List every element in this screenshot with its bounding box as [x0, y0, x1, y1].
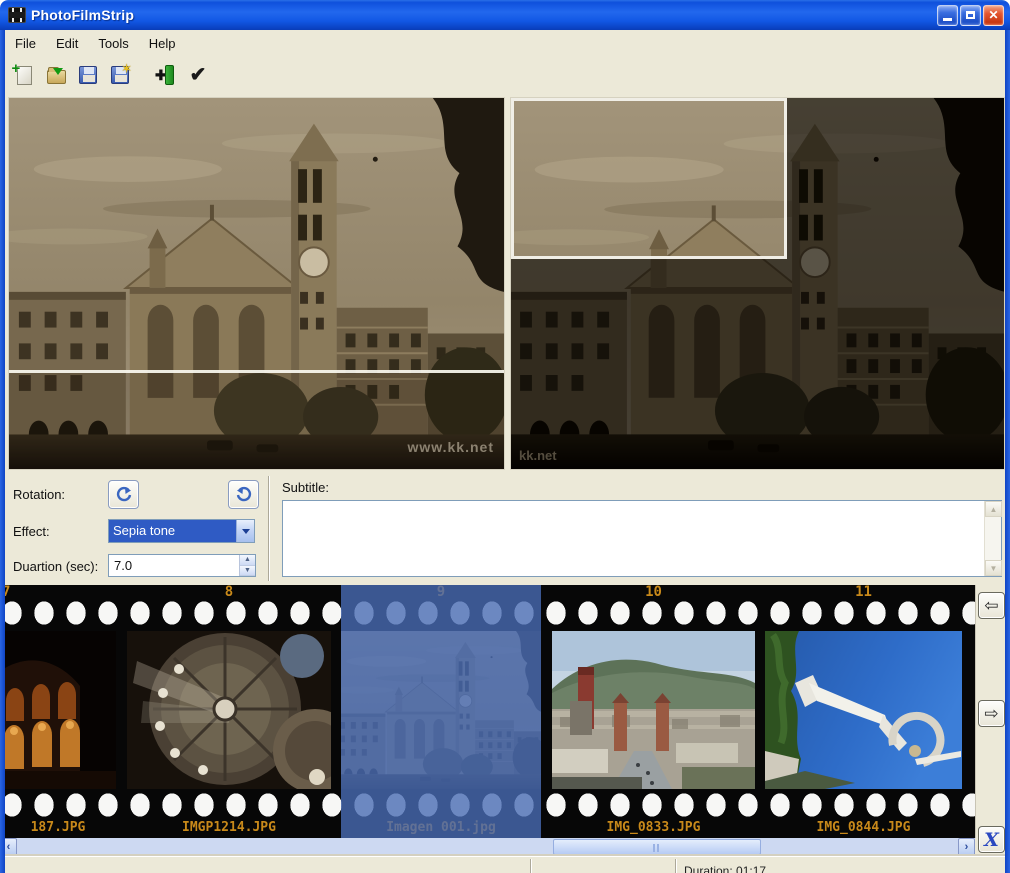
controls-separator	[268, 476, 270, 581]
filmstrip-thumbnail-1[interactable]	[0, 631, 116, 789]
title-bar[interactable]: PhotoFilmStrip ✕	[0, 0, 1010, 30]
duration-value[interactable]: 7.0	[109, 555, 239, 576]
open-project-button[interactable]	[43, 62, 69, 88]
status-duration: Duration: 01:17	[684, 864, 766, 873]
frame-number: 11	[765, 585, 962, 600]
scroll-right-button[interactable]: ›	[958, 838, 975, 856]
open-folder-icon	[47, 70, 66, 84]
arrow-right-icon: ⇨	[984, 704, 998, 724]
scrollbar-thumb[interactable]	[553, 839, 761, 855]
watermark-text-right: kk.net	[519, 448, 557, 463]
scroll-down-icon[interactable]: ▼	[985, 560, 1002, 576]
effect-label: Effect:	[13, 524, 50, 539]
filmstrip-app-icon	[8, 7, 26, 23]
window-border-right	[1005, 30, 1010, 873]
star-icon: ✶	[121, 61, 132, 77]
start-frame-preview[interactable]: www.kk.net	[8, 97, 505, 470]
render-filmstrip-button[interactable]: ✔	[185, 62, 211, 88]
start-crop-rect[interactable]	[9, 98, 504, 373]
save-as-icon: ✶	[111, 66, 129, 84]
filmstrip-scrollbar[interactable]: ‹ ›	[0, 838, 975, 856]
filmstrip-thumbnail-2[interactable]	[127, 631, 331, 789]
rotation-label: Rotation:	[13, 487, 65, 502]
effect-selected-value: Sepia tone	[109, 520, 236, 542]
menu-tools[interactable]: Tools	[88, 33, 138, 54]
subtitle-textarea[interactable]: ▲ ▼	[282, 500, 1002, 577]
rotate-right-button[interactable]	[228, 480, 259, 509]
import-pictures-button[interactable]: ✚	[153, 62, 179, 88]
save-project-button[interactable]	[75, 62, 101, 88]
duration-down-button[interactable]: ▼	[240, 566, 255, 577]
menu-bar: File Edit Tools Help	[5, 30, 1005, 56]
frame-filename: IMG_0833.JPG	[552, 820, 755, 835]
rotate-cw-icon	[235, 486, 253, 504]
frame-number: 7	[2, 585, 32, 600]
minimize-button[interactable]	[937, 5, 958, 26]
new-project-button[interactable]	[11, 62, 37, 88]
frame-number: 8	[127, 585, 331, 600]
subtitle-label: Subtitle:	[282, 480, 329, 495]
status-divider	[675, 859, 677, 873]
filmstrip-side-panel: ⇦ ⇨	[975, 585, 1005, 838]
move-image-left-button[interactable]: ⇦	[978, 592, 1005, 619]
check-icon: ✔	[190, 65, 207, 85]
save-project-as-button[interactable]: ✶	[107, 62, 133, 88]
filmstrip-thumbnail-5[interactable]	[765, 631, 962, 789]
watermark-text: www.kk.net	[407, 439, 494, 455]
frame-filename: IMGP1214.JPG	[127, 820, 331, 835]
frame-number: 10	[552, 585, 755, 600]
remove-image-button[interactable]: X	[978, 826, 1005, 853]
duration-spinbox[interactable]: 7.0 ▲ ▼	[108, 554, 256, 577]
duration-up-button[interactable]: ▲	[240, 555, 255, 566]
status-bar: Duration: 01:17	[0, 856, 1010, 873]
menu-edit[interactable]: Edit	[46, 33, 88, 54]
end-frame-preview[interactable]: kk.net	[510, 97, 1005, 470]
frame-filename: IMG_0844.JPG	[765, 820, 962, 835]
frame-filename: 187.JPG	[0, 820, 116, 835]
end-crop-rect[interactable]	[511, 98, 787, 259]
import-pictures-icon: ✚	[155, 64, 177, 86]
new-project-icon	[17, 66, 32, 85]
duration-label: Duartion (sec):	[13, 559, 98, 574]
window-title: PhotoFilmStrip	[31, 7, 134, 23]
arrow-left-icon: ⇦	[984, 596, 998, 616]
photofilmstrip-window: PhotoFilmStrip ✕ File Edit Tools Help ✶ …	[0, 0, 1010, 873]
dropdown-arrow-icon[interactable]	[236, 520, 254, 542]
minimize-icon	[943, 18, 952, 21]
move-image-right-button[interactable]: ⇨	[978, 700, 1005, 727]
toolbar: ✶ ✚ ✔	[5, 56, 1005, 94]
filmstrip-thumbnail-4[interactable]	[552, 631, 755, 789]
window-border-left	[0, 30, 5, 873]
save-icon	[79, 66, 97, 84]
rotate-left-button[interactable]	[108, 480, 139, 509]
maximize-button[interactable]	[960, 5, 981, 26]
scroll-up-icon[interactable]: ▲	[985, 501, 1002, 517]
effect-dropdown[interactable]: Sepia tone	[108, 519, 255, 543]
x-icon: X	[984, 829, 999, 851]
menu-file[interactable]: File	[5, 33, 46, 54]
rotate-ccw-icon	[115, 486, 133, 504]
maximize-icon	[966, 11, 975, 19]
menu-help[interactable]: Help	[139, 33, 186, 54]
filmstrip: 7 8 9 10 11	[0, 585, 975, 838]
selected-frame-highlight[interactable]	[341, 585, 541, 838]
preview-area: www.kk.net kk.net	[0, 94, 1010, 472]
subtitle-scrollbar[interactable]: ▲ ▼	[984, 501, 1001, 576]
close-button[interactable]: ✕	[983, 5, 1004, 26]
status-divider	[530, 859, 532, 873]
controls-panel: Rotation: Effect: Sepia tone Duartion (s…	[5, 472, 1005, 585]
